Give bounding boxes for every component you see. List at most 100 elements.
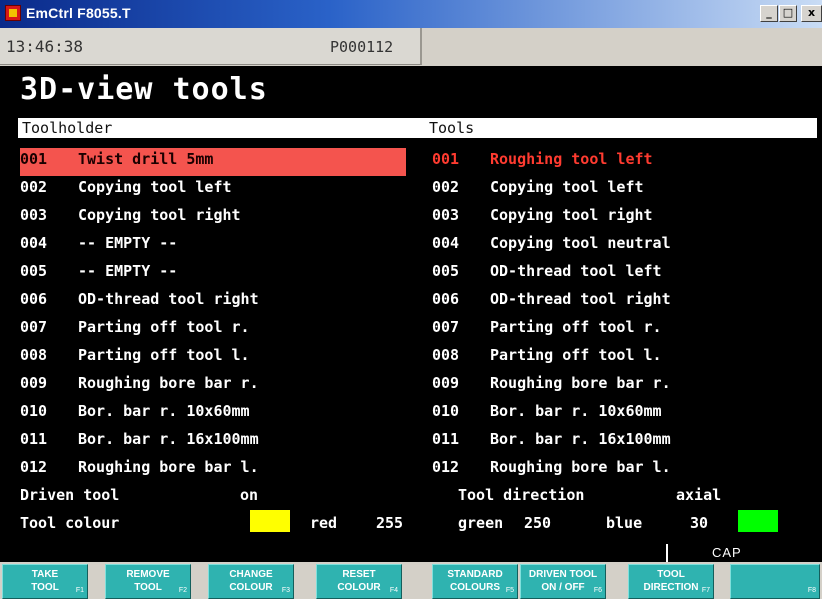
tool-number: 011 — [432, 430, 460, 448]
toolholder-number: 010 — [20, 402, 48, 420]
standard-colours-softkey[interactable]: STANDARD COLOURS F5 — [432, 564, 518, 599]
toolholder-header: Toolholder — [22, 119, 113, 137]
tool-number: 009 — [432, 374, 460, 392]
softkey-label: TOOL — [657, 569, 685, 580]
softkey-label: DIRECTION — [643, 582, 699, 593]
function-key-label: F4 — [389, 587, 398, 594]
tool-number: 004 — [432, 234, 460, 252]
toolholder-row[interactable]: 008 Parting off tool l. — [20, 344, 406, 372]
tool-colour-swatch — [250, 510, 290, 532]
tool-number: 010 — [432, 402, 460, 420]
toolholder-row[interactable]: 001 Twist drill 5mm — [20, 148, 406, 176]
function-key-label: F7 — [701, 587, 710, 594]
tool-name: OD-thread tool right — [490, 290, 671, 308]
toolholder-number: 003 — [20, 206, 48, 224]
close-button[interactable]: x — [801, 5, 822, 22]
softkey-label: ON / OFF — [541, 582, 585, 593]
toolholder-name: Roughing bore bar r. — [78, 374, 259, 392]
blue-value[interactable]: 30 — [690, 514, 708, 532]
page-title: 3D-view tools — [20, 72, 268, 107]
tool-row[interactable]: 009 Roughing bore bar r. — [432, 372, 812, 400]
softkey-label: CHANGE — [229, 569, 273, 580]
toolholder-number: 011 — [20, 430, 48, 448]
tool-number: 003 — [432, 206, 460, 224]
tool-row[interactable]: 008 Parting off tool l. — [432, 344, 812, 372]
softkey-label: TOOL — [31, 582, 59, 593]
empty-softkey[interactable]: F8 — [730, 564, 820, 599]
tool-number: 006 — [432, 290, 460, 308]
info-divider — [666, 544, 668, 562]
program-number: P000112 — [330, 38, 394, 56]
tool-number: 002 — [432, 178, 460, 196]
tool-row[interactable]: 001 Roughing tool left — [432, 148, 812, 176]
reset-colour-softkey[interactable]: RESET COLOUR F4 — [316, 564, 402, 599]
tool-number: 007 — [432, 318, 460, 336]
blue-label: blue — [606, 514, 643, 532]
tool-row[interactable]: 010 Bor. bar r. 10x60mm — [432, 400, 812, 428]
minimize-button[interactable]: _ — [760, 5, 778, 22]
tool-direction-softkey[interactable]: TOOL DIRECTION F7 — [628, 564, 714, 599]
tool-direction-value[interactable]: axial — [676, 486, 721, 504]
toolholder-row[interactable]: 012 Roughing bore bar l. — [20, 456, 406, 484]
tool-name: Parting off tool l. — [490, 346, 662, 364]
toolholder-number: 008 — [20, 346, 48, 364]
tool-direction-label: Tool direction — [458, 486, 585, 504]
toolholder-number: 002 — [20, 178, 48, 196]
tool-name: Roughing bore bar l. — [490, 458, 671, 476]
function-key-label: F8 — [807, 587, 816, 594]
tool-name: OD-thread tool left — [490, 262, 662, 280]
tool-row[interactable]: 006 OD-thread tool right — [432, 288, 812, 316]
toolholder-row[interactable]: 011 Bor. bar r. 16x100mm — [20, 428, 406, 456]
softkey-label: TAKE — [31, 569, 59, 580]
tools-list: 001 Roughing tool left 002 Copying tool le… — [432, 148, 812, 484]
green-value[interactable]: 250 — [524, 514, 551, 532]
toolholder-name: -- EMPTY -- — [78, 234, 178, 252]
remove-tool-softkey[interactable]: REMOVE TOOL F2 — [105, 564, 191, 599]
toolholder-name: -- EMPTY -- — [78, 262, 178, 280]
toolholder-name: Roughing bore bar l. — [78, 458, 259, 476]
tool-row[interactable]: 003 Copying tool right — [432, 204, 812, 232]
softkey-label: RESET — [342, 569, 376, 580]
toolholder-number: 009 — [20, 374, 48, 392]
toolholder-number: 001 — [20, 150, 48, 168]
tool-name: Roughing bore bar r. — [490, 374, 671, 392]
red-value[interactable]: 255 — [376, 514, 403, 532]
toolholder-row[interactable]: 006 OD-thread tool right — [20, 288, 406, 316]
tool-row[interactable]: 005 OD-thread tool left — [432, 260, 812, 288]
take-tool-softkey[interactable]: TAKE TOOL F1 — [2, 564, 88, 599]
tool-name: Copying tool right — [490, 206, 653, 224]
toolholder-row[interactable]: 004 -- EMPTY -- — [20, 232, 406, 260]
toolholder-row[interactable]: 009 Roughing bore bar r. — [20, 372, 406, 400]
toolholder-name: Bor. bar r. 10x60mm — [78, 402, 250, 420]
title-bar[interactable]: EmCtrl F8055.T _ □ x — [0, 0, 822, 28]
tool-row[interactable]: 011 Bor. bar r. 16x100mm — [432, 428, 812, 456]
green-label: green — [458, 514, 504, 532]
tool-row[interactable]: 012 Roughing bore bar l. — [432, 456, 812, 484]
change-colour-softkey[interactable]: CHANGE COLOUR F3 — [208, 564, 294, 599]
tool-name: Copying tool left — [490, 178, 644, 196]
tool-row[interactable]: 004 Copying tool neutral — [432, 232, 812, 260]
toolholder-row[interactable]: 007 Parting off tool r. — [20, 316, 406, 344]
caps-lock-indicator: CAP — [712, 545, 742, 560]
info-line: CAP — [0, 544, 822, 562]
tool-colour-label: Tool colour — [20, 514, 120, 532]
toolholder-row[interactable]: 005 -- EMPTY -- — [20, 260, 406, 288]
maximize-button[interactable]: □ — [779, 5, 797, 22]
toolholder-list: 001 Twist drill 5mm 002 Copying tool left … — [20, 148, 406, 484]
driven-tool-value[interactable]: on — [240, 486, 258, 504]
tool-name: Copying tool neutral — [490, 234, 671, 252]
tool-row[interactable]: 002 Copying tool left — [432, 176, 812, 204]
tool-screen: 3D-view tools Toolholder Tools 001 Twist … — [0, 66, 822, 544]
toolholder-row[interactable]: 002 Copying tool left — [20, 176, 406, 204]
tool-number: 005 — [432, 262, 460, 280]
toolholder-row[interactable]: 010 Bor. bar r. 10x60mm — [20, 400, 406, 428]
tool-row[interactable]: 007 Parting off tool r. — [432, 316, 812, 344]
column-header-bar: Toolholder Tools — [18, 118, 817, 138]
function-key-label: F6 — [593, 587, 602, 594]
toolholder-row[interactable]: 003 Copying tool right — [20, 204, 406, 232]
tool-number: 012 — [432, 458, 460, 476]
toolholder-number: 004 — [20, 234, 48, 252]
softkey-label: COLOUR — [229, 582, 273, 593]
toolholder-number: 006 — [20, 290, 48, 308]
driven-tool-softkey[interactable]: DRIVEN TOOL ON / OFF F6 — [520, 564, 606, 599]
